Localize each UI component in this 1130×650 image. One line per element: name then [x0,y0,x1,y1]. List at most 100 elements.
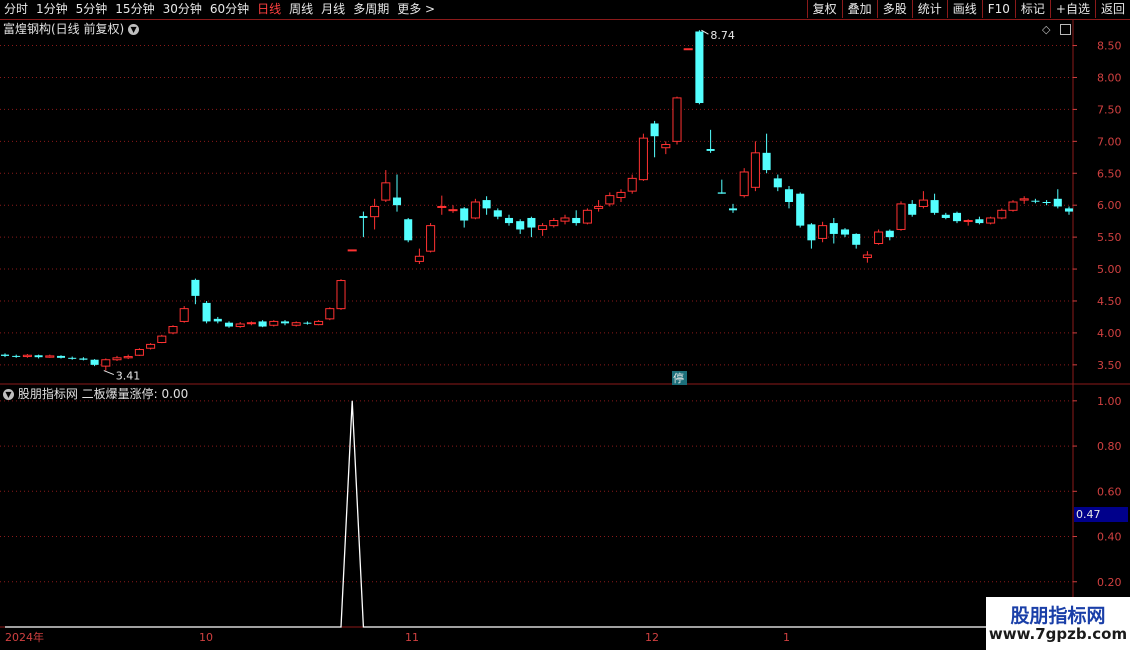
candle [560,214,570,225]
candle-body-up [1008,201,1018,211]
mark-button[interactable]: 标记 [1014,0,1050,18]
candle-body-down [796,193,805,226]
candle [605,192,615,207]
candle-body-up [448,209,458,212]
watermark-logo: 股朋指标网 www.7gpzb.com [986,597,1130,650]
candle-body-up [672,97,682,142]
draw-line-button[interactable]: 画线 [946,0,982,18]
price-tick-label: 7.00 [1097,135,1122,148]
candle [381,170,391,202]
candle-body-up [582,209,592,224]
candle [269,320,279,327]
candle-body-down [12,355,21,357]
annotations: 8.74 3.41 停 [103,29,735,385]
statistics-button[interactable]: 统计 [911,0,947,18]
candle-body-up [414,255,424,262]
candlestick-series [0,30,1074,371]
adjust-button[interactable]: 复权 [806,0,842,18]
candle-body-up [112,357,122,361]
f10-button[interactable]: F10 [981,0,1015,18]
candle-body-down [930,200,939,213]
candle-body-down [829,223,838,234]
period-tabs: 分时 1分钟 5分钟 15分钟 30分钟 60分钟 日线 周线 月线 多周期 更… [0,0,439,19]
candle-body-up [235,323,245,328]
candle-body-down [493,210,502,217]
price-tick-label: 5.00 [1097,263,1122,276]
tab-more[interactable]: 更多 > [393,0,439,19]
tab-multi-period[interactable]: 多周期 [349,0,393,19]
tab-60min[interactable]: 60分钟 [206,0,253,19]
candle [796,192,805,228]
candle [717,179,726,194]
candle [460,207,469,228]
candle-body-down [482,200,491,209]
candle-body-up [325,308,335,320]
candle [146,343,156,350]
multi-stock-button[interactable]: 多股 [876,0,912,18]
candle-body-up [1019,198,1029,201]
candle [224,321,234,328]
candle [336,279,346,310]
candle [650,120,659,158]
candle [168,325,178,335]
tab-30min[interactable]: 30分钟 [159,0,206,19]
candle-body-down [695,31,704,104]
candle [101,358,111,371]
candle [627,174,637,194]
candle-body-up [594,205,604,209]
tab-15min[interactable]: 15分钟 [111,0,158,19]
candle [179,306,189,323]
tab-monthly[interactable]: 月线 [317,0,349,19]
stock-title: 富煌钢构(日线 前复权) [3,22,125,36]
candle-body-down [404,219,413,241]
candle-body-up [101,359,111,367]
candle-body-down [224,322,234,327]
candle [246,321,256,326]
back-button[interactable]: 返回 [1094,0,1130,18]
candle [134,348,144,356]
tab-5min[interactable]: 5分钟 [72,0,112,19]
chevron-down-icon[interactable]: ▼ [128,24,140,35]
candle-body-down [303,322,312,324]
price-tick-label: 6.50 [1097,167,1122,180]
candle [594,200,604,212]
candle [79,357,88,361]
candle [516,219,525,234]
candle [1053,189,1062,209]
candle-body-up [605,195,615,205]
candle-body-down [280,321,290,324]
add-watchlist-button[interactable]: +自选 [1049,0,1095,18]
candle [582,208,592,225]
candle [963,219,973,226]
candle [572,210,581,226]
main-panel-title: 富煌钢构(日线 前复权) ▼ [3,21,140,37]
candle [504,214,514,226]
candle-body-up [45,355,55,358]
tab-1min[interactable]: 1分钟 [32,0,72,19]
candle [952,211,962,224]
price-axis: 3.50 4.00 4.50 5.00 5.50 6.00 6.50 7.00 7.50 8.00… [1073,40,1122,372]
candle [314,320,324,326]
candle [123,354,133,360]
candle [34,354,43,359]
tab-daily[interactable]: 日线 [253,0,285,19]
candle [347,249,357,252]
overlay-button[interactable]: 叠加 [841,0,877,18]
candle-body-down [359,216,368,218]
candle [157,334,167,344]
candle [280,320,290,326]
price-tick-label: 6.00 [1097,199,1122,212]
layout-icon[interactable] [1060,24,1072,35]
tab-intraday[interactable]: 分时 [0,0,32,19]
candle-body-down [191,279,200,296]
max-price-label: 8.74 [710,29,735,42]
diamond-icon[interactable]: ◇ [1042,23,1050,36]
candle-body-up [381,182,391,201]
indicator-axis: 0.20 0.40 0.60 0.80 1.00 [1073,395,1122,589]
candle [45,354,55,358]
candle [258,320,267,328]
watermark-title: 股朋指标网 [1010,605,1106,627]
tab-weekly[interactable]: 周线 [285,0,317,19]
candle-body-up [370,205,380,218]
chevron-down-icon[interactable]: ▼ [3,389,14,400]
